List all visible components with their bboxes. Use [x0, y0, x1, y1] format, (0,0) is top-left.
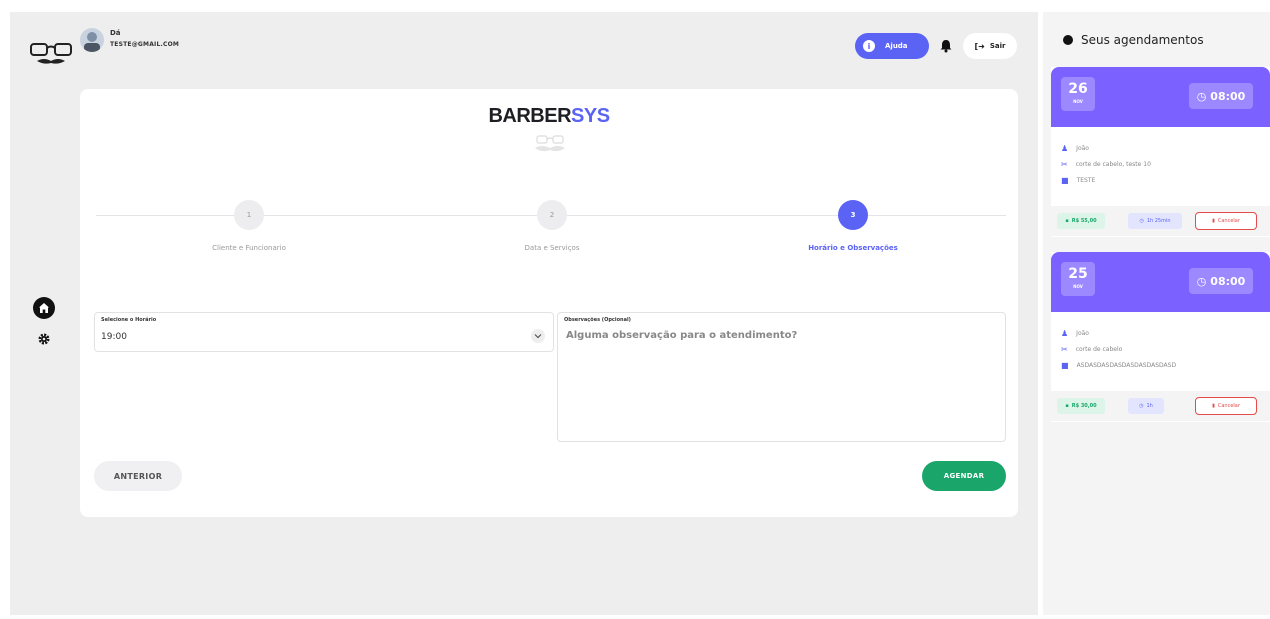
- cancel-label: Cancelar: [1217, 218, 1240, 224]
- price-text: R$ 55,00: [1071, 218, 1097, 224]
- scissors-icon: ✂: [1061, 345, 1068, 354]
- sign-out-icon: [➜: [974, 41, 985, 51]
- info-icon: i: [863, 40, 875, 52]
- services-text: corte de cabelo: [1075, 346, 1123, 353]
- appointment-footer: ▪ R$ 30,00 ◷ 1h ▮ Cancelar: [1051, 391, 1270, 421]
- appointments-title-text: Seus agendamentos: [1081, 33, 1204, 47]
- appointment-month: NOV: [1073, 99, 1083, 104]
- time-badge: ◷ 08:00: [1189, 83, 1253, 109]
- help-label: Ajuda: [885, 42, 908, 50]
- cancel-button[interactable]: ▮ Cancelar: [1195, 212, 1257, 230]
- client-row: ♟ João: [1061, 329, 1089, 338]
- comment-icon: ■: [1061, 361, 1069, 370]
- step-2-circle[interactable]: 2: [537, 200, 567, 230]
- appointment-footer: ▪ R$ 55,00 ◷ 1h 25min ▮ Cancelar: [1051, 206, 1270, 236]
- price-badge: ▪ R$ 30,00: [1057, 398, 1105, 414]
- notes-label: Observações (Opcional): [564, 317, 631, 323]
- notes-row: ■ TESTE: [1061, 176, 1095, 185]
- home-icon: [39, 303, 49, 313]
- user-name: Dá: [110, 29, 121, 37]
- duration-badge: ◷ 1h: [1128, 398, 1164, 414]
- step-1-label: Cliente e Funcionario: [212, 244, 286, 252]
- clock-icon: ◷: [1139, 403, 1144, 409]
- appointment-card: 25 NOV ◷ 08:00 ♟ João ✂ corte de cabelo …: [1051, 252, 1270, 422]
- client-row: ♟ João: [1061, 144, 1089, 153]
- main-area: Dá TESTE@GMAIL.COM i Ajuda [➜ Sair BARBE…: [10, 12, 1038, 615]
- services-row: ✂ corte de cabelo, teste 10: [1061, 160, 1151, 169]
- step-3-circle[interactable]: 3: [838, 200, 868, 230]
- trash-icon: ▮: [1212, 218, 1215, 224]
- appointment-header: 26 NOV ◷ 08:00: [1051, 67, 1270, 127]
- brand-text-sys: SYS: [571, 105, 610, 127]
- appointment-header: 25 NOV ◷ 08:00: [1051, 252, 1270, 312]
- time-select-value: 19:00: [101, 332, 127, 342]
- step-2-label: Data e Serviços: [524, 244, 580, 252]
- appointment-month: NOV: [1073, 284, 1083, 289]
- services-text: corte de cabelo, teste 10: [1075, 161, 1151, 168]
- clock-icon: ◷: [1196, 274, 1207, 288]
- brand-text-barber: BARBER: [488, 105, 572, 127]
- comment-icon: ■: [1061, 176, 1069, 185]
- avatar[interactable]: [80, 28, 104, 52]
- price-text: R$ 30,00: [1071, 403, 1097, 409]
- notes-textarea[interactable]: Observações (Opcional) Alguma observação…: [557, 312, 1006, 442]
- schedule-button[interactable]: AGENDAR: [922, 461, 1006, 491]
- exit-button[interactable]: [➜ Sair: [963, 33, 1017, 59]
- clock-icon: ◷: [1196, 89, 1207, 103]
- notes-text: ASDASDASDASDASDASDASDASD: [1076, 362, 1177, 369]
- user-icon: ♟: [1061, 329, 1069, 338]
- appointment-card: 26 NOV ◷ 08:00 ♟ João ✂ corte de cabelo,…: [1051, 67, 1270, 237]
- mustache-logo-icon: [535, 135, 565, 152]
- appointment-day: 26: [1068, 81, 1088, 97]
- step-3-label: Horário e Observações: [808, 244, 898, 252]
- scissors-icon: ✂: [1061, 160, 1068, 169]
- glasses-logo-icon[interactable]: [29, 38, 73, 68]
- time-badge: ◷ 08:00: [1189, 268, 1253, 294]
- time-select-label: Selecione o Horário: [101, 317, 157, 323]
- notes-placeholder: Alguma observação para o atendimento?: [566, 330, 798, 341]
- chevron-down-icon[interactable]: [531, 329, 545, 343]
- brand-logo: BARBERSYS: [80, 105, 1018, 128]
- previous-button[interactable]: ANTERIOR: [94, 461, 182, 491]
- clock-icon: ◷: [1139, 218, 1144, 224]
- notes-text: TESTE: [1076, 177, 1096, 184]
- sidebar-item-home[interactable]: [33, 297, 55, 319]
- gear-icon[interactable]: [37, 332, 51, 346]
- appointments-panel: Seus agendamentos 26 NOV ◷ 08:00 ♟ João …: [1043, 12, 1270, 615]
- money-icon: ▪: [1065, 403, 1069, 409]
- user-icon: ♟: [1061, 144, 1069, 153]
- cancel-label: Cancelar: [1217, 403, 1240, 409]
- appointment-day: 25: [1068, 266, 1088, 282]
- client-name: João: [1076, 145, 1089, 152]
- appointments-title: Seus agendamentos: [1063, 33, 1204, 47]
- booking-card: BARBERSYS 1 2 3 Cliente e Funcionario Da…: [80, 89, 1018, 517]
- bell-icon[interactable]: [938, 38, 954, 54]
- appointment-time: 08:00: [1210, 274, 1246, 288]
- duration-text: 1h: [1146, 403, 1153, 409]
- step-1-circle[interactable]: 1: [234, 200, 264, 230]
- user-email: TESTE@GMAIL.COM: [110, 41, 180, 48]
- clock-icon: [1063, 35, 1073, 45]
- notes-row: ■ ASDASDASDASDASDASDASDASD: [1061, 361, 1176, 370]
- time-select[interactable]: Selecione o Horário 19:00: [94, 312, 554, 352]
- services-row: ✂ corte de cabelo: [1061, 345, 1122, 354]
- date-badge: 25 NOV: [1061, 262, 1095, 296]
- help-button[interactable]: i Ajuda: [855, 33, 929, 59]
- appointment-time: 08:00: [1210, 89, 1246, 103]
- duration-badge: ◷ 1h 25min: [1128, 213, 1182, 229]
- date-badge: 26 NOV: [1061, 77, 1095, 111]
- price-badge: ▪ R$ 55,00: [1057, 213, 1105, 229]
- cancel-button[interactable]: ▮ Cancelar: [1195, 397, 1257, 415]
- money-icon: ▪: [1065, 218, 1069, 224]
- client-name: João: [1076, 330, 1089, 337]
- exit-label: Sair: [989, 42, 1006, 50]
- trash-icon: ▮: [1212, 403, 1215, 409]
- duration-text: 1h 25min: [1146, 218, 1171, 224]
